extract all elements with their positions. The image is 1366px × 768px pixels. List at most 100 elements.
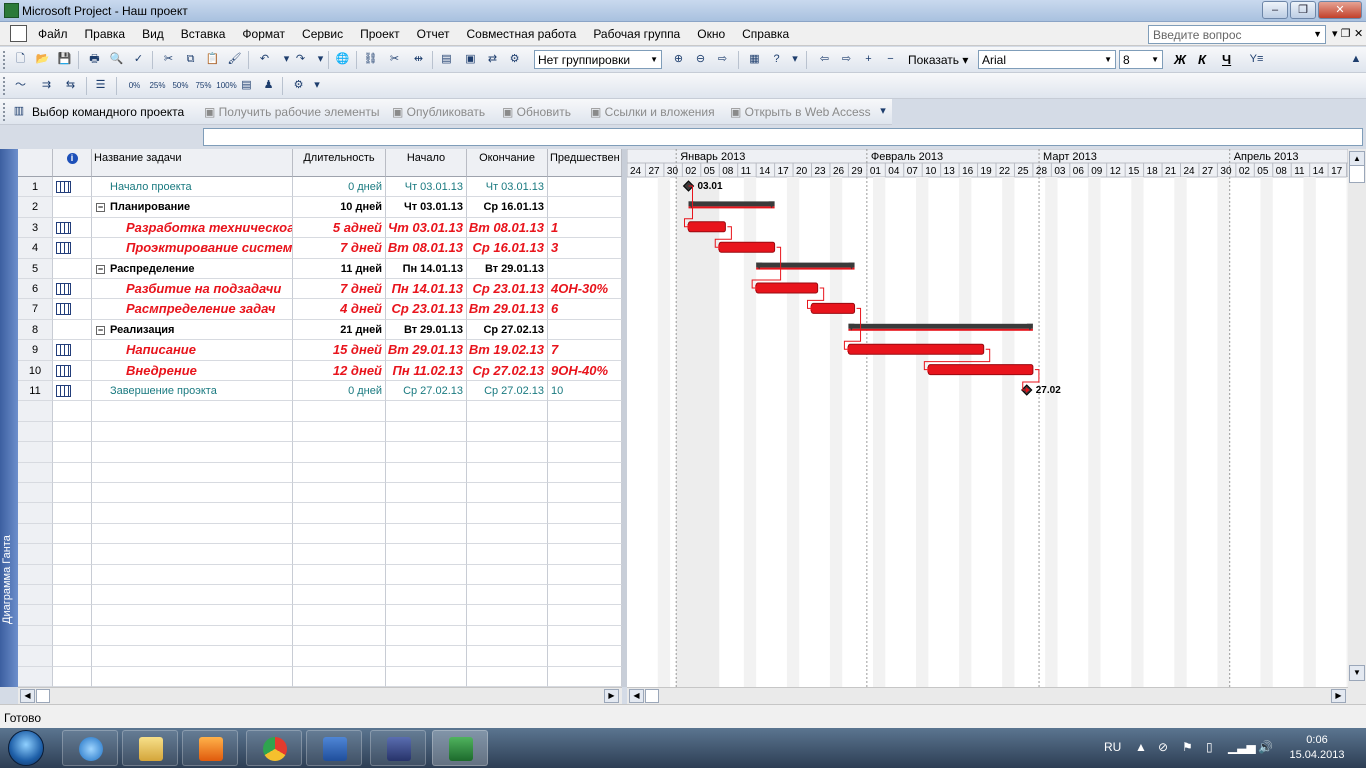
- row-id[interactable]: 8: [18, 319, 53, 341]
- predecessors-cell[interactable]: [548, 483, 622, 504]
- duration-cell[interactable]: [293, 646, 386, 667]
- table-row[interactable]: [18, 421, 622, 443]
- task-name-cell[interactable]: [92, 483, 293, 504]
- row-id[interactable]: [18, 605, 53, 626]
- toolbar-grip[interactable]: [3, 103, 6, 121]
- table-row[interactable]: [18, 666, 622, 687]
- update-as-scheduled-icon[interactable]: ⇉: [38, 77, 55, 94]
- task-info-icon[interactable]: [56, 283, 71, 295]
- table-row[interactable]: [18, 605, 622, 626]
- menu-item[interactable]: Сервис: [302, 27, 343, 41]
- duration-cell[interactable]: 0 дней: [293, 381, 386, 402]
- spelling-icon[interactable]: ✓: [130, 51, 147, 68]
- percent-complete-button[interactable]: 0%: [124, 77, 145, 94]
- predecessors-cell[interactable]: [548, 523, 622, 545]
- start-cell[interactable]: [386, 666, 467, 687]
- taskbar-word[interactable]: [306, 730, 362, 766]
- row-id[interactable]: 10: [18, 360, 53, 381]
- start-cell[interactable]: [386, 401, 467, 422]
- scroll-left-icon[interactable]: ◀: [629, 689, 644, 703]
- predecessors-cell[interactable]: [548, 585, 622, 606]
- duration-cell[interactable]: [293, 585, 386, 606]
- row-id[interactable]: [18, 421, 53, 443]
- task-info-icon[interactable]: ▤: [438, 51, 455, 68]
- row-id[interactable]: [18, 483, 53, 504]
- task-name-cell[interactable]: [92, 421, 293, 443]
- duration-cell[interactable]: 10 дней: [293, 197, 386, 218]
- view-bar[interactable]: Диаграмма Ганта: [0, 149, 18, 687]
- task-info-icon[interactable]: [56, 303, 71, 316]
- predecessors-cell[interactable]: [548, 401, 622, 422]
- add-progress-line-icon[interactable]: ☰: [92, 77, 109, 94]
- task-name-cell[interactable]: [92, 646, 293, 667]
- duration-cell[interactable]: 4 дней: [293, 299, 386, 320]
- start-cell[interactable]: Ср 27.02.13: [386, 381, 467, 402]
- task-name-cell[interactable]: [92, 666, 293, 687]
- start-cell[interactable]: Чт 03.01.13: [386, 177, 467, 198]
- table-row[interactable]: [18, 646, 622, 667]
- duration-cell[interactable]: 21 дней: [293, 319, 386, 341]
- menu-item[interactable]: Правка: [85, 27, 126, 41]
- start-cell[interactable]: Чт 03.01.13: [386, 197, 467, 218]
- menu-item[interactable]: Проект: [360, 27, 400, 41]
- indicator-column-header[interactable]: i: [53, 149, 92, 177]
- taskbar-save[interactable]: [370, 730, 426, 766]
- underline-button[interactable]: Ч: [1222, 52, 1231, 67]
- table-row[interactable]: [18, 585, 622, 606]
- duration-cell[interactable]: 0 дней: [293, 177, 386, 198]
- bold-button[interactable]: Ж: [1174, 52, 1186, 67]
- finish-cell[interactable]: Ср 16.01.13: [467, 238, 548, 259]
- finish-cell[interactable]: [467, 401, 548, 422]
- row-id[interactable]: 7: [18, 299, 53, 320]
- redo-dropdown-icon[interactable]: ▾: [312, 51, 329, 68]
- start-cell[interactable]: Пн 11.02.13: [386, 360, 467, 381]
- row-id[interactable]: [18, 646, 53, 667]
- task-name-cell[interactable]: [92, 442, 293, 463]
- finish-cell[interactable]: Чт 03.01.13: [467, 177, 548, 198]
- duration-cell[interactable]: [293, 462, 386, 483]
- help-search-input[interactable]: Введите вопрос ▼: [1148, 25, 1326, 44]
- table-row[interactable]: 10 Внедрение 12 дней Пн 11.02.13 Ср 27.02.13…: [18, 360, 622, 381]
- table-row[interactable]: 3 Разработка техническоаго 5 адней Чт 03.01…: [18, 217, 622, 239]
- reschedule-icon[interactable]: ⇆: [62, 77, 79, 94]
- start-column-header[interactable]: Начало: [386, 149, 467, 177]
- table-row[interactable]: [18, 462, 622, 483]
- predecessors-cell[interactable]: [548, 177, 622, 198]
- predecessors-cell[interactable]: [548, 564, 622, 585]
- scroll-down-icon[interactable]: ▼: [1349, 665, 1365, 681]
- zoom-out-icon[interactable]: ⊖: [692, 51, 709, 68]
- task-info-icon[interactable]: [56, 242, 71, 255]
- finish-cell[interactable]: [467, 442, 548, 463]
- table-row[interactable]: [18, 503, 622, 524]
- clock[interactable]: 0:06 15.04.2013: [1282, 733, 1352, 763]
- row-id[interactable]: [18, 666, 53, 687]
- unlink-tasks-icon[interactable]: ✂: [386, 51, 403, 68]
- task-info-icon[interactable]: [56, 385, 71, 397]
- toolbar-options-icon[interactable]: ▾: [878, 103, 888, 120]
- predecessors-cell[interactable]: [548, 258, 622, 279]
- percent-complete-button[interactable]: 75%: [193, 77, 214, 94]
- row-id[interactable]: 1: [18, 177, 53, 198]
- predecessors-cell[interactable]: 9ОН-40%: [548, 360, 622, 381]
- gantt-chart[interactable]: Январь 2013 Февраль 2013 Март 2013 Апрель 2…: [627, 149, 1348, 687]
- scroll-to-task-icon[interactable]: ⇨: [714, 51, 731, 68]
- menu-item[interactable]: Совместная работа: [467, 27, 577, 41]
- start-cell[interactable]: Вт 29.01.13: [386, 340, 467, 361]
- start-cell[interactable]: [386, 564, 467, 585]
- language-indicator[interactable]: RU: [1104, 740, 1121, 754]
- finish-cell[interactable]: Вт 29.01.13: [467, 258, 548, 279]
- scroll-left-icon[interactable]: ◀: [20, 689, 35, 703]
- assign-resources-icon[interactable]: ⇄: [484, 51, 501, 68]
- table-row[interactable]: 11 Завершение проэкта 0 дней Ср 27.02.13 Ср …: [18, 381, 622, 402]
- team-toolbar-item[interactable]: Выбор командного проекта: [32, 105, 184, 119]
- format-painter-icon[interactable]: 🖌: [226, 51, 243, 68]
- percent-complete-button[interactable]: 25%: [147, 77, 168, 94]
- row-id[interactable]: [18, 442, 53, 463]
- predecessors-cell[interactable]: 1: [548, 217, 622, 239]
- table-row[interactable]: 4 Проэктирование системы 7 дней Вт 08.01.13…: [18, 238, 622, 259]
- toolbar-grip[interactable]: [3, 51, 6, 69]
- duration-cell[interactable]: [293, 421, 386, 443]
- duration-cell[interactable]: 5 адней: [293, 217, 386, 239]
- task-name-cell[interactable]: Разбитие на подзадачи: [92, 279, 293, 300]
- duration-cell[interactable]: 11 дней: [293, 258, 386, 279]
